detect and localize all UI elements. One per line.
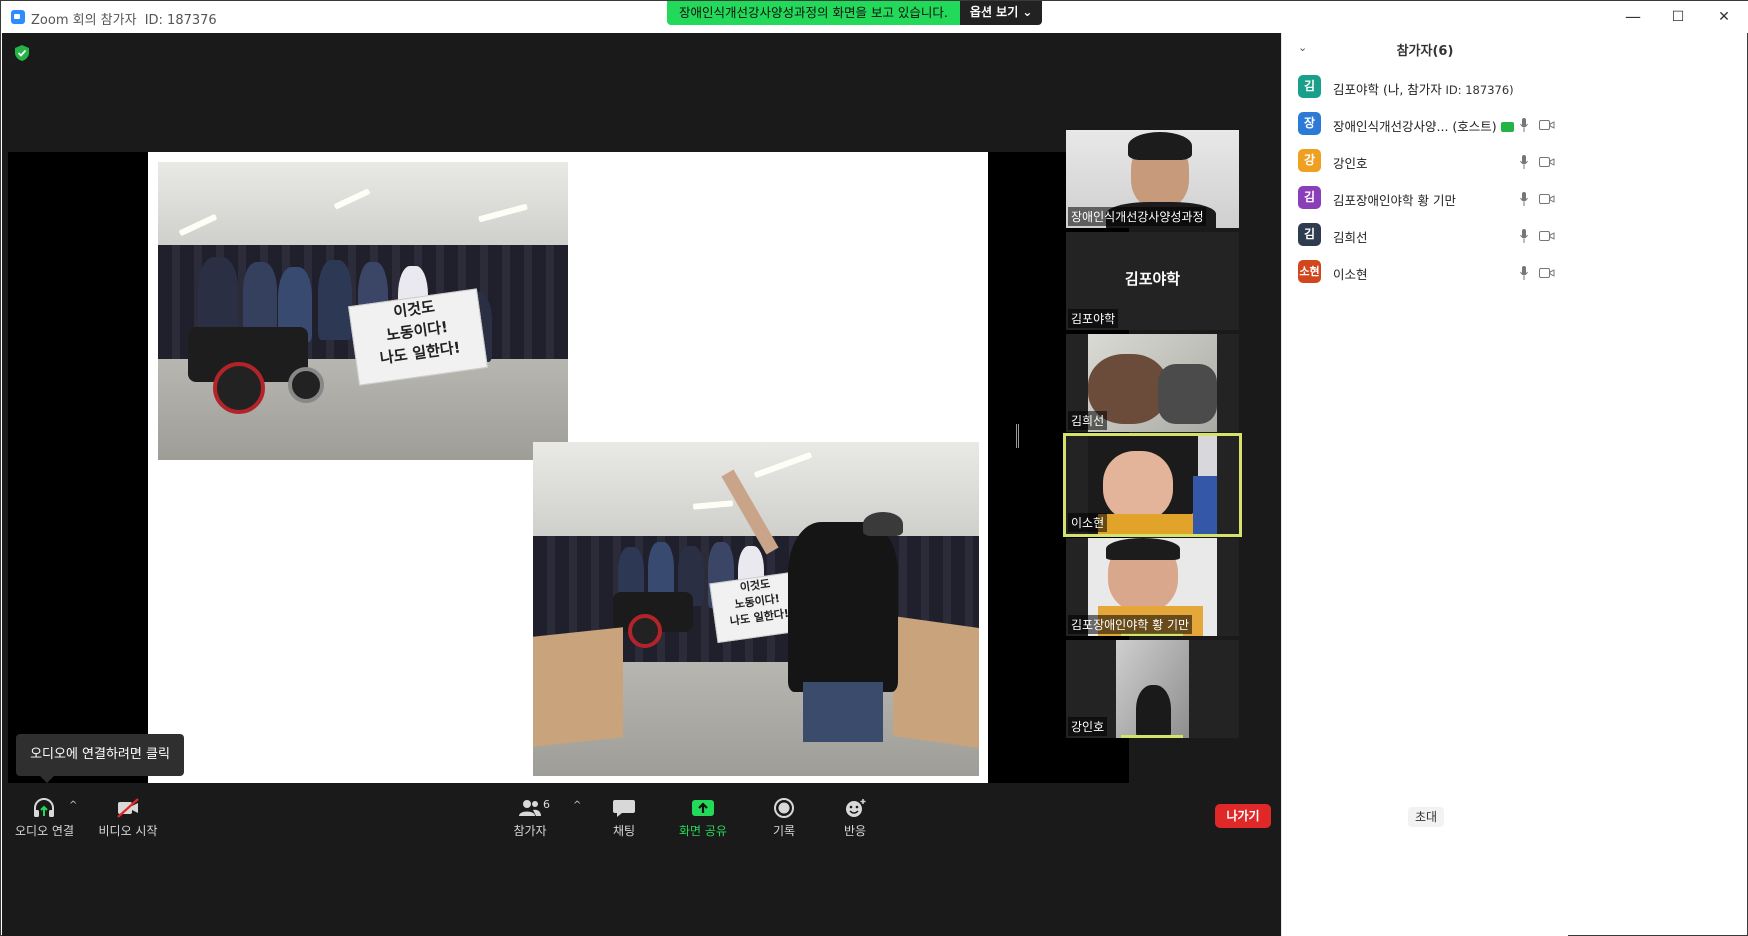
slide-photo-presenter: 이것도 노동이다! 나도 일한다! xyxy=(533,442,979,776)
participant-name: 장애인식개선강사양... (호스트) xyxy=(1333,116,1514,135)
video-tile[interactable]: 김포장애인야학 황 기만 xyxy=(1066,538,1239,636)
participants-icon xyxy=(519,800,541,816)
participants-options-caret-icon[interactable]: ^ xyxy=(573,800,581,811)
audio-tooltip: 오디오에 연결하려면 클릭 xyxy=(16,734,184,783)
meeting-id: ID: 187376 xyxy=(144,13,217,28)
video-tile[interactable]: 강인호 xyxy=(1066,640,1239,738)
participant-row[interactable]: 소현 이소현 xyxy=(1298,256,1560,292)
leave-meeting-button[interactable]: 나가기 xyxy=(1215,804,1271,828)
tile-name: 장애인식개선강사양성과정 xyxy=(1068,207,1207,226)
shared-slide: 이것도 노동이다! 나도 일한다! 이것도 노동이다! 나도 일한다! xyxy=(148,152,988,783)
resize-handle[interactable] xyxy=(1016,424,1019,448)
tile-name: 이소현 xyxy=(1068,513,1108,532)
speaker-level-bar xyxy=(1121,735,1183,738)
microphone-icon[interactable] xyxy=(1520,155,1528,169)
record-button[interactable]: 기록 xyxy=(768,798,800,839)
reactions-button[interactable]: 반응 xyxy=(839,798,871,839)
chat-button[interactable]: 채팅 xyxy=(608,798,640,839)
camera-icon[interactable] xyxy=(1539,156,1555,168)
participant-avatar: 소현 xyxy=(1298,260,1321,283)
camera-icon[interactable] xyxy=(1539,119,1555,131)
camera-icon[interactable] xyxy=(1539,267,1555,279)
tile-name: 김희선 xyxy=(1068,411,1108,430)
participant-name: 강인호 xyxy=(1333,156,1368,171)
participants-label: 참가자 xyxy=(513,824,547,838)
zoom-logo-icon xyxy=(11,10,25,24)
camera-icon[interactable] xyxy=(1539,193,1555,205)
video-tile[interactable]: 김희선 xyxy=(1066,334,1239,432)
participant-avatar: 김 xyxy=(1298,223,1321,246)
start-video-label: 비디오 시작 xyxy=(98,824,158,838)
video-feed xyxy=(1116,640,1189,738)
participant-avatar: 장 xyxy=(1298,112,1321,135)
encryption-shield-icon[interactable] xyxy=(15,45,29,61)
chat-label: 채팅 xyxy=(612,824,636,838)
maximize-button[interactable]: ☐ xyxy=(1658,5,1698,29)
reactions-icon xyxy=(846,799,866,817)
participant-name: 이소현 xyxy=(1333,267,1368,282)
microphone-icon[interactable] xyxy=(1520,118,1528,132)
zoom-window: Zoom 회의 참가자 ID: 187376 — ☐ ✕ 장애인식개선강사양성과… xyxy=(0,0,1748,936)
participant-row[interactable]: 김 김포야학 (나, 참가자 ID: 187376) xyxy=(1298,71,1560,107)
screen-share-banner: 장애인식개선강사양성과정의 화면을 보고 있습니다. 옵션 보기 ⌄ xyxy=(667,1,1043,25)
tile-center-name: 김포야학 xyxy=(1124,270,1181,288)
tile-name: 김포장애인야학 황 기만 xyxy=(1068,615,1193,634)
participant-avatar: 김 xyxy=(1298,186,1321,209)
participant-name: 김포장애인야학 황 기만 xyxy=(1333,193,1456,208)
video-feed xyxy=(1088,334,1217,432)
chat-icon xyxy=(613,800,635,817)
microphone-icon[interactable] xyxy=(1520,229,1528,243)
reactions-label: 반응 xyxy=(843,824,867,838)
camera-icon[interactable] xyxy=(1539,230,1555,242)
participants-count: 6 xyxy=(543,798,550,811)
tile-name: 김포야학 xyxy=(1068,309,1119,328)
video-off-icon xyxy=(117,798,139,818)
participant-row[interactable]: 김 김포장애인야학 황 기만 xyxy=(1298,182,1560,218)
view-options-button[interactable]: 옵션 보기 ⌄ xyxy=(959,1,1043,25)
join-audio-label: 오디오 연결 xyxy=(15,824,75,838)
participant-name: 김포야학 (나, 참가자 ID: 187376) xyxy=(1333,82,1514,97)
video-feed xyxy=(1088,436,1217,534)
record-label: 기록 xyxy=(772,824,796,838)
slide-photo-group: 이것도 노동이다! 나도 일한다! xyxy=(158,162,568,460)
share-screen-label: 화면 공유 xyxy=(679,824,727,838)
share-screen-icon xyxy=(692,800,714,816)
sharing-screen-icon xyxy=(1500,122,1514,132)
participants-panel-title: 참가자(6) xyxy=(1396,44,1454,59)
participants-panel: ⌄ 참가자(6) 김 김포야학 (나, 참가자 ID: 187376) 장 장애… xyxy=(1281,33,1568,936)
participant-name: 김희선 xyxy=(1333,230,1368,245)
share-banner-message: 장애인식개선강사양성과정의 화면을 보고 있습니다. xyxy=(667,1,960,25)
participant-avatar: 강 xyxy=(1298,149,1321,172)
video-tile[interactable]: 김포야학 김포야학 xyxy=(1066,232,1239,330)
meeting-area: 보기 xyxy=(2,33,1427,936)
invite-button[interactable]: 초대 xyxy=(1408,807,1444,827)
video-tile-active-speaker[interactable]: 이소현 xyxy=(1063,433,1242,537)
video-tile[interactable]: 장애인식개선강사양성과정 xyxy=(1066,130,1239,228)
window-title: Zoom 회의 참가자 ID: 187376 xyxy=(31,9,217,28)
tile-name: 강인호 xyxy=(1068,717,1108,736)
start-video-button[interactable]: 비디오 시작 xyxy=(98,798,158,839)
headphones-icon xyxy=(34,798,54,817)
close-button[interactable]: ✕ xyxy=(1704,5,1744,29)
microphone-icon[interactable] xyxy=(1520,266,1528,280)
participant-row[interactable]: 장 장애인식개선강사양... (호스트) xyxy=(1298,108,1560,144)
window-title-text: Zoom 회의 참가자 xyxy=(31,13,137,28)
participant-avatar: 김 xyxy=(1298,75,1321,98)
join-audio-button[interactable]: 오디오 연결 xyxy=(15,798,75,839)
share-screen-button[interactable]: 화면 공유 xyxy=(675,798,731,839)
participant-row[interactable]: 강 강인호 xyxy=(1298,145,1560,181)
microphone-icon[interactable] xyxy=(1520,192,1528,206)
shared-screen[interactable]: 이것도 노동이다! 나도 일한다! 이것도 노동이다! 나도 일한다! xyxy=(8,152,1129,783)
minimize-button[interactable]: — xyxy=(1613,5,1653,29)
audio-options-caret-icon[interactable]: ^ xyxy=(69,800,77,811)
record-icon xyxy=(774,798,794,818)
participant-row[interactable]: 김 김희선 xyxy=(1298,219,1560,255)
